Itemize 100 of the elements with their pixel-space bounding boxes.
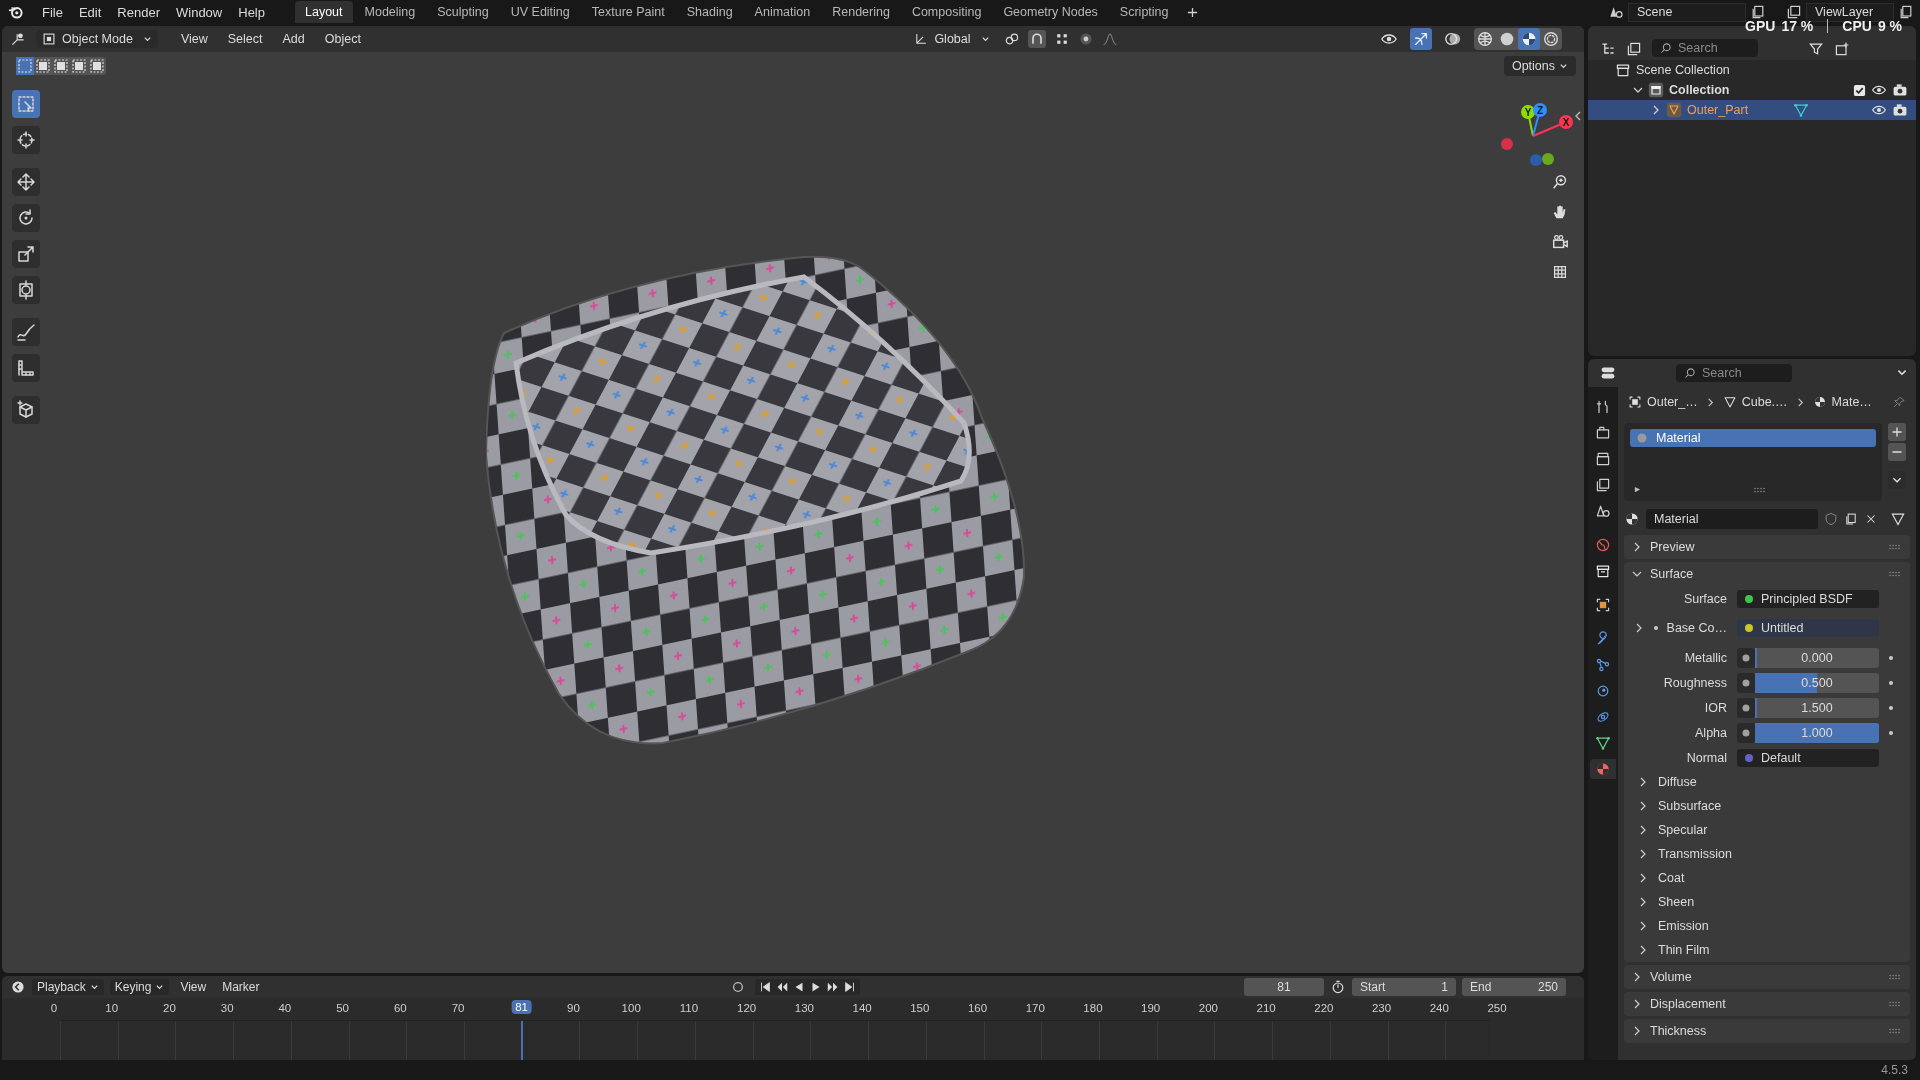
shield-icon[interactable] xyxy=(1824,512,1838,526)
socket-button-icon[interactable] xyxy=(1737,647,1755,668)
material-browse-icon[interactable] xyxy=(1624,511,1640,527)
display-mode-icon[interactable] xyxy=(1626,41,1642,57)
remove-slot-icon[interactable] xyxy=(1888,443,1906,461)
pivot-icon[interactable] xyxy=(1003,31,1020,47)
tool-icon[interactable] xyxy=(12,126,40,154)
options-dropdown[interactable]: Options xyxy=(1503,56,1576,76)
falloff-icon[interactable] xyxy=(1101,31,1118,47)
breadcrumb-item[interactable]: Mate… xyxy=(1831,395,1872,409)
material-name-field[interactable]: Material xyxy=(1646,509,1818,529)
shader-link-field[interactable]: Default xyxy=(1737,748,1879,767)
play-icon[interactable] xyxy=(1634,486,1641,493)
menu-item[interactable]: Add xyxy=(275,32,312,46)
gizmo-axis-handle[interactable] xyxy=(1542,153,1554,165)
value-slider[interactable]: 0.500 xyxy=(1755,672,1879,693)
current-frame-field[interactable]: 81 xyxy=(1244,978,1324,996)
tool-icon[interactable] xyxy=(12,168,40,196)
gizmo-axis-handle[interactable] xyxy=(1530,154,1542,166)
editor-type-icon[interactable] xyxy=(10,979,26,995)
start-frame-field[interactable]: Start 1 xyxy=(1352,978,1456,996)
grip-icon[interactable] xyxy=(1753,487,1765,493)
menu-item[interactable]: View xyxy=(173,32,215,46)
breadcrumb-item[interactable]: Outer_… xyxy=(1647,395,1698,409)
camera-icon[interactable] xyxy=(1551,233,1569,251)
menu-item[interactable]: Window xyxy=(168,4,231,20)
subpanel-title[interactable]: Coat xyxy=(1658,871,1685,885)
keyframe-dot-icon[interactable] xyxy=(1888,729,1894,736)
pin-icon[interactable] xyxy=(1892,395,1906,409)
socket-button-icon[interactable] xyxy=(1737,672,1755,693)
search-field[interactable]: Search xyxy=(1652,39,1758,57)
zoom-icon[interactable] xyxy=(1551,173,1569,191)
editor-type-icon[interactable] xyxy=(1600,365,1616,381)
grid-icon[interactable] xyxy=(1551,263,1569,281)
3d-viewport[interactable]: Object Mode View Select Add Object Global Options Y Z X xyxy=(2,26,1584,973)
tool-icon[interactable] xyxy=(12,240,40,268)
orientation-dropdown[interactable]: Global xyxy=(908,30,996,48)
panel-title[interactable]: Volume xyxy=(1650,970,1692,984)
tool-icon[interactable] xyxy=(12,396,40,424)
timeline-track[interactable] xyxy=(60,1020,1490,1060)
snap-icon[interactable] xyxy=(1027,30,1046,48)
menu-item[interactable]: Help xyxy=(230,4,273,20)
panel-title[interactable]: Preview xyxy=(1650,540,1695,554)
outliner-item-label[interactable]: Outer_Part xyxy=(1687,103,1749,117)
workspace-tab[interactable]: Animation xyxy=(744,1,821,23)
next-keyframe-icon[interactable] xyxy=(825,980,840,994)
filter-icon[interactable] xyxy=(1808,41,1824,57)
stopwatch-icon[interactable] xyxy=(1330,979,1346,995)
menu-item[interactable]: Select xyxy=(220,32,270,46)
editor-type-icon[interactable] xyxy=(1600,41,1616,57)
grip-icon[interactable] xyxy=(1888,974,1900,980)
workspace-tab[interactable]: Modeling xyxy=(354,1,426,23)
panel-title[interactable]: Thickness xyxy=(1650,1024,1707,1038)
menu-item[interactable]: Object xyxy=(317,32,368,46)
camera-icon[interactable] xyxy=(1892,82,1908,98)
tool-icon[interactable] xyxy=(12,204,40,232)
subpanel-title[interactable]: Emission xyxy=(1658,919,1709,933)
add-workspace-icon[interactable] xyxy=(1186,6,1198,18)
viewport-toggle-icon[interactable] xyxy=(1410,28,1432,50)
socket-button-icon[interactable] xyxy=(1737,697,1755,718)
menu-item[interactable]: Playback xyxy=(32,979,104,995)
value-slider[interactable]: 0.000 xyxy=(1755,647,1879,668)
workspace-tab[interactable]: Shading xyxy=(676,1,743,23)
end-frame-field[interactable]: End 250 xyxy=(1462,978,1566,996)
value-slider[interactable]: 1.500 xyxy=(1755,697,1879,718)
tool-icon[interactable] xyxy=(12,354,40,382)
mesh-data-icon[interactable] xyxy=(1793,102,1810,118)
tool-icon[interactable] xyxy=(12,318,40,346)
camera-icon[interactable] xyxy=(1892,102,1908,118)
duplicate-icon[interactable] xyxy=(1750,4,1766,20)
gizmo-axis-handle[interactable]: Y xyxy=(1521,105,1535,137)
search-field[interactable]: Search xyxy=(1676,364,1792,382)
workspace-tab[interactable]: Scripting xyxy=(1109,1,1179,23)
keyframe-dot-icon[interactable] xyxy=(1888,704,1894,711)
shading-mode-icon[interactable] xyxy=(1518,28,1540,50)
gizmo-axis-handle[interactable]: Z xyxy=(1532,103,1547,137)
material-slot[interactable]: Material xyxy=(1630,429,1876,447)
menu-item[interactable]: Marker xyxy=(217,979,265,995)
select-mode-icon[interactable] xyxy=(52,57,70,75)
subpanel-title[interactable]: Specular xyxy=(1658,823,1708,837)
menu-item[interactable]: Keying xyxy=(109,979,170,995)
subpanel-title[interactable]: Thin Film xyxy=(1658,943,1710,957)
outliner-item-label[interactable]: Scene Collection xyxy=(1636,63,1730,77)
shader-link-field[interactable]: Principled BSDF xyxy=(1737,589,1879,608)
keyframe-dot-icon[interactable] xyxy=(1888,679,1894,686)
workspace-tab[interactable]: Compositing xyxy=(901,1,992,23)
grip-icon[interactable] xyxy=(1888,544,1900,550)
grip-icon[interactable] xyxy=(1888,1001,1900,1007)
record-icon[interactable] xyxy=(730,980,745,994)
value-slider[interactable]: 1.000 xyxy=(1755,722,1879,743)
mesh-link-icon[interactable] xyxy=(1890,511,1906,527)
keyframe-dot-icon[interactable] xyxy=(1888,654,1894,661)
menu-item[interactable]: View xyxy=(175,979,212,995)
scene-selector[interactable]: Scene xyxy=(1628,2,1746,22)
menu-item[interactable]: Edit xyxy=(70,4,110,20)
select-mode-icon[interactable] xyxy=(88,57,106,75)
mode-dropdown[interactable]: Object Mode xyxy=(36,30,158,48)
subpanel-title[interactable]: Diffuse xyxy=(1658,775,1697,789)
select-mode-icon[interactable] xyxy=(70,57,88,75)
gizmo-axis-handle[interactable]: X xyxy=(1532,115,1573,137)
